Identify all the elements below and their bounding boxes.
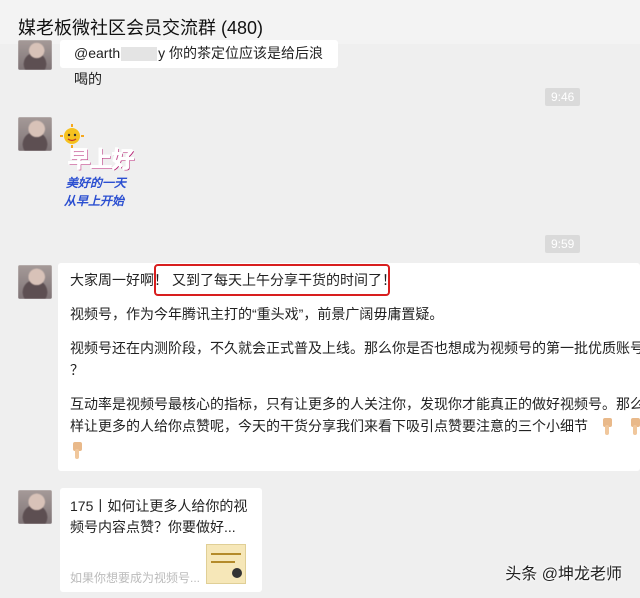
message-mention: @earth (74, 45, 121, 61)
chat-title: 媒老板微社区会员交流群 (480) (18, 18, 264, 38)
message-bubble[interactable]: @earth y 你的茶定位应该是给后浪喝的 (60, 40, 338, 87)
chat-header: 媒老板微社区会员交流群 (480) (0, 0, 640, 44)
sticker-line-3: 从早上开始 (64, 194, 125, 208)
paragraph-cont: 样让更多的人给你点赞呢，今天的干货分享我们来看下吸引点赞要注意的三个小细节 (70, 418, 588, 434)
paragraph: 视频号，作为今年腾讯主打的“重头戏”，前景广阔毋庸置疑。 (70, 306, 444, 322)
timestamp: 9:59 (545, 235, 581, 253)
pointing-down-icon (630, 418, 640, 436)
sticker-line-1: 早上好 (67, 147, 135, 173)
sticker-line-2: 美好的一天 (66, 176, 127, 190)
avatar[interactable] (18, 117, 52, 151)
redacted-name (121, 47, 158, 62)
card-title: 175丨如何让更多人给你的视频号内容点赞？你要做好... (70, 498, 248, 535)
avatar[interactable] (18, 40, 52, 70)
pointing-down-icon (602, 418, 612, 436)
paragraph: 视频号还在内测阶段，不久就会正式普及上线。那么你是否也想成为视频号的第一批优质账… (70, 340, 640, 356)
avatar[interactable] (18, 265, 52, 299)
card-thumbnail (206, 544, 246, 584)
paragraph-cont: ？ (70, 362, 84, 378)
thumbnail-image (211, 553, 242, 578)
link-card[interactable]: 175丨如何让更多人给你的视频号内容点赞？你要做好... 如果你想要成为视频号.… (60, 488, 262, 592)
timestamp: 9:46 (545, 88, 581, 106)
card-subtitle: 如果你想要成为视频号... (70, 571, 201, 585)
message-bubble[interactable]: 大家周一好啊！ 又到了每天上午分享干货的时间了！ 视频号，作为今年腾讯主打的“重头… (58, 263, 640, 471)
pointing-down-icon (73, 442, 82, 460)
avatar[interactable] (18, 490, 52, 524)
highlight-box (154, 264, 390, 296)
sticker-image[interactable]: 早上好 美好的一天 从早上开始 (60, 124, 160, 214)
paragraph: 互动率是视频号最核心的指标，只有让更多的人关注你，发现你才能真正的做好视频号。那… (70, 396, 640, 412)
watermark: 头条 @坤龙老师 (505, 566, 622, 583)
